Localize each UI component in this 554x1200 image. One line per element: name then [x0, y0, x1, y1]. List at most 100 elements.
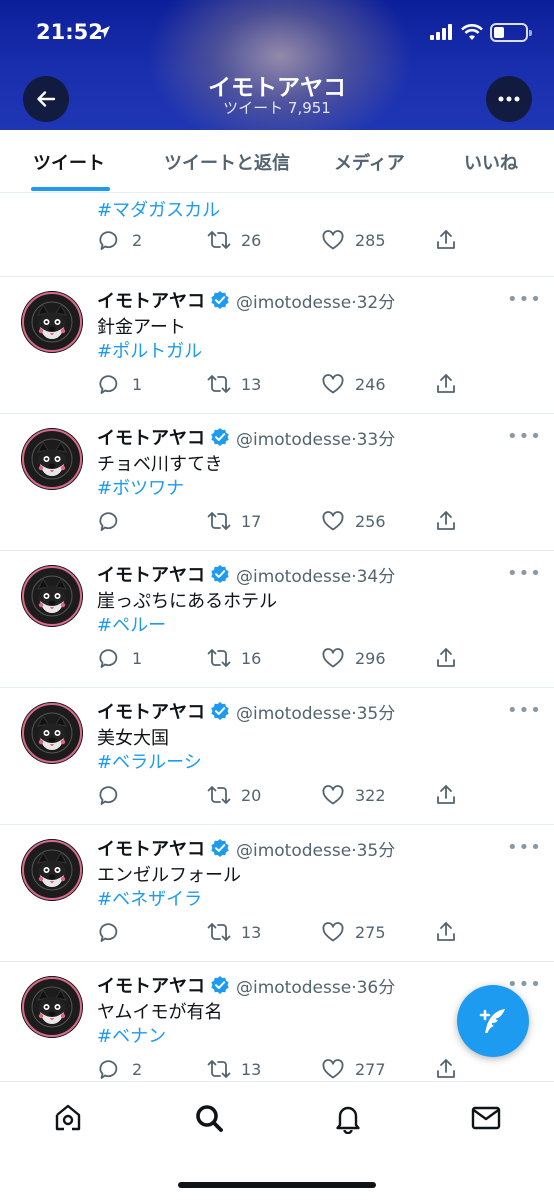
share-button[interactable] — [434, 920, 458, 944]
tweet-author-name[interactable]: イモトアヤコ — [97, 698, 205, 724]
reply-button[interactable] — [98, 509, 132, 533]
bottom-navigation — [0, 1081, 554, 1200]
reply-count: 1 — [132, 648, 143, 668]
tweet-author-name[interactable]: イモトアヤコ — [97, 287, 205, 313]
tweet-more-icon[interactable]: ••• — [507, 700, 542, 721]
avatar[interactable] — [21, 428, 83, 490]
tweet-author-name[interactable]: イモトアヤコ — [97, 424, 205, 450]
tweet-handle[interactable]: @imotodesse — [236, 293, 351, 313]
tweet-hashtag[interactable]: #ペルー — [97, 611, 166, 637]
like-button[interactable]: 277 — [321, 1057, 386, 1081]
tweet-feed[interactable]: #マダガスカル 2 26 285 イモトアヤコ @imotodesse·32分 ••… — [0, 193, 554, 1081]
share-button[interactable] — [434, 372, 458, 396]
reply-count: 2 — [132, 1059, 143, 1079]
tweet-partial[interactable]: #マダガスカル 2 26 285 — [0, 193, 554, 277]
like-count: 277 — [355, 1059, 386, 1079]
like-count: 275 — [355, 922, 386, 942]
avatar[interactable] — [21, 291, 83, 353]
tweet-handle[interactable]: @imotodesse — [236, 704, 351, 724]
tweet-handle[interactable]: @imotodesse — [236, 841, 351, 861]
tweet-hashtag[interactable]: #ベラルーシ — [97, 748, 202, 774]
retweet-count: 13 — [241, 922, 262, 942]
reply-button[interactable] — [98, 783, 132, 807]
location-arrow-icon — [98, 26, 110, 38]
retweet-button[interactable]: 13 — [207, 372, 261, 396]
reply-icon — [99, 786, 118, 805]
compose-tweet-button[interactable] — [457, 985, 529, 1057]
tweet-item[interactable]: イモトアヤコ @imotodesse·34分 ••• 崖っぷちにあるホテル #ペルー 1 1… — [0, 551, 554, 688]
reply-button[interactable]: 1 — [98, 646, 142, 670]
retweet-button[interactable]: 20 — [207, 783, 261, 807]
tweet-hashtag[interactable]: #ボツワナ — [97, 474, 184, 500]
share-button[interactable] — [434, 783, 458, 807]
tweet-item[interactable]: イモトアヤコ @imotodesse·35分 ••• 美女大国 #ベラルーシ 20 322 — [0, 688, 554, 825]
tweet-author-name[interactable]: イモトアヤコ — [97, 972, 205, 998]
tweet-handle[interactable]: @imotodesse — [236, 567, 351, 587]
tweet-item[interactable]: イモトアヤコ @imotodesse·32分 ••• 針金アート #ポルトガル 1 13 24… — [0, 277, 554, 414]
retweet-count: 26 — [241, 230, 262, 250]
tweet-more-icon[interactable]: ••• — [507, 426, 542, 447]
tweet-text: エンゼルフォール — [97, 865, 241, 886]
reply-button[interactable]: 2 — [98, 1057, 142, 1081]
tweet-hashtag[interactable]: #マダガスカル — [97, 196, 220, 222]
home-icon[interactable] — [52, 1102, 84, 1134]
reply-count: 2 — [132, 230, 143, 250]
tweet-timestamp[interactable]: 35分 — [357, 841, 396, 861]
tweet-hashtag[interactable]: #ベネザイラ — [97, 885, 202, 911]
tweet-author-name[interactable]: イモトアヤコ — [97, 561, 205, 587]
tweet-timestamp[interactable]: 36分 — [357, 978, 396, 998]
tweet-more-icon[interactable]: ••• — [507, 837, 542, 858]
tab-media[interactable]: メディア — [334, 149, 405, 175]
retweet-button[interactable]: 13 — [207, 920, 261, 944]
share-button[interactable] — [434, 1057, 458, 1081]
tweet-author-name[interactable]: イモトアヤコ — [97, 835, 205, 861]
tweet-text: 崖っぷちにあるホテル — [97, 591, 278, 612]
notifications-bell-icon[interactable] — [332, 1102, 364, 1134]
avatar[interactable] — [21, 839, 83, 901]
retweet-icon — [207, 375, 231, 393]
retweet-button[interactable]: 26 — [207, 228, 261, 252]
share-button[interactable] — [434, 509, 458, 533]
like-count: 246 — [355, 374, 386, 394]
tab-tweets-and-replies[interactable]: ツイートと返信 — [164, 149, 290, 175]
profile-header: 21:52 イモトアヤコ ツイート 7,951 — [0, 0, 554, 130]
reply-button[interactable]: 2 — [98, 228, 142, 252]
more-options-button[interactable] — [486, 76, 532, 122]
tweet-more-icon[interactable]: ••• — [507, 289, 542, 310]
like-button[interactable]: 256 — [321, 509, 386, 533]
tweet-item[interactable]: イモトアヤコ @imotodesse·35分 ••• エンゼルフォール #ベネザイラ 13… — [0, 825, 554, 962]
tweet-timestamp[interactable]: 34分 — [357, 567, 396, 587]
verified-badge-icon — [211, 839, 229, 857]
like-button[interactable]: 322 — [321, 783, 386, 807]
tweet-item[interactable]: イモトアヤコ @imotodesse·33分 ••• チョベ川すてき #ボツワナ 17 25… — [0, 414, 554, 551]
retweet-button[interactable]: 16 — [207, 646, 261, 670]
avatar[interactable] — [21, 702, 83, 764]
share-button[interactable] — [434, 228, 458, 252]
tweet-hashtag[interactable]: #ポルトガル — [97, 337, 202, 363]
tweet-timestamp[interactable]: 32分 — [357, 293, 396, 313]
search-icon[interactable] — [193, 1102, 225, 1134]
like-button[interactable]: 246 — [321, 372, 386, 396]
like-button[interactable]: 285 — [321, 228, 386, 252]
messages-envelope-icon[interactable] — [470, 1102, 502, 1134]
reply-button[interactable]: 1 — [98, 372, 142, 396]
avatar[interactable] — [21, 565, 83, 627]
reply-button[interactable] — [98, 920, 132, 944]
signal-icon — [430, 24, 452, 40]
tweet-handle[interactable]: @imotodesse — [236, 978, 351, 998]
tweet-more-icon[interactable]: ••• — [507, 563, 542, 584]
like-button[interactable]: 296 — [321, 646, 386, 670]
share-button[interactable] — [434, 646, 458, 670]
reply-icon — [99, 512, 118, 531]
tweet-hashtag[interactable]: #ベナン — [97, 1022, 166, 1048]
avatar[interactable] — [21, 976, 83, 1038]
retweet-button[interactable]: 13 — [207, 1057, 261, 1081]
tweet-timestamp[interactable]: 33分 — [357, 430, 396, 450]
retweet-button[interactable]: 17 — [207, 509, 261, 533]
tweet-handle[interactable]: @imotodesse — [236, 430, 351, 450]
tab-likes[interactable]: いいね — [464, 149, 518, 175]
tab-tweets[interactable]: ツイート — [33, 149, 105, 175]
like-button[interactable]: 275 — [321, 920, 386, 944]
tweet-timestamp[interactable]: 35分 — [357, 704, 396, 724]
reply-icon — [99, 923, 118, 942]
